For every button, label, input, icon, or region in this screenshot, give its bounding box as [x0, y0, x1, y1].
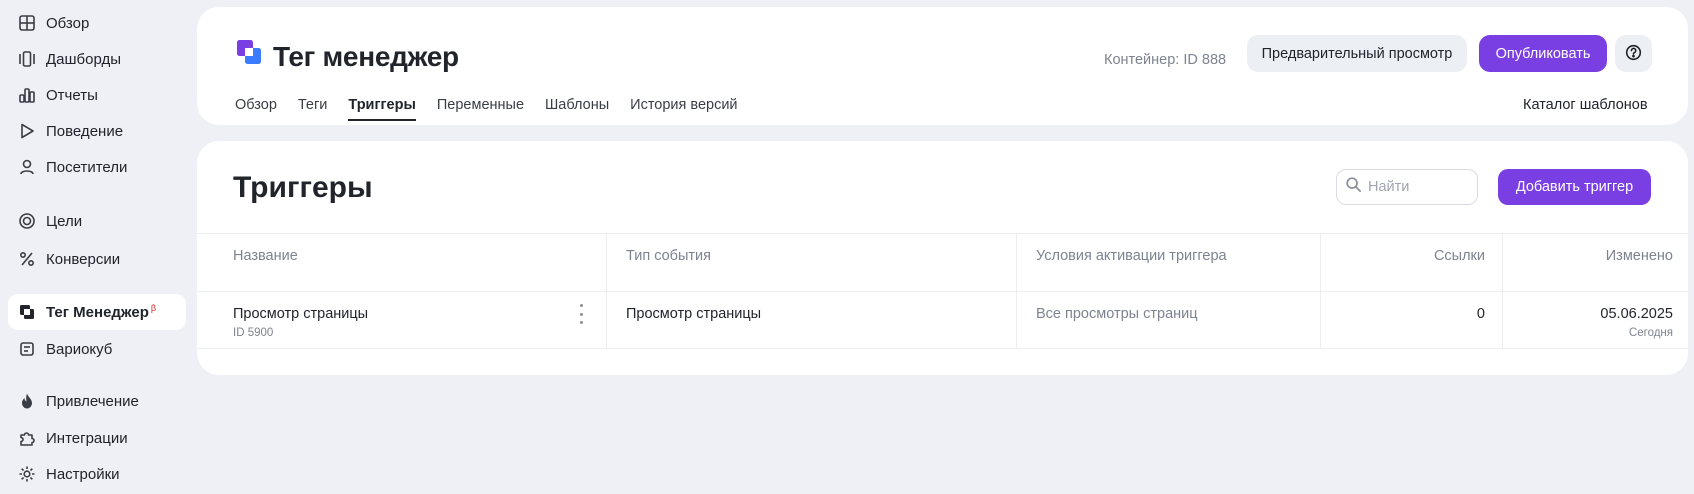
column-header-links[interactable]: Ссылки [1320, 234, 1502, 291]
trigger-name-cell: Просмотр страницы ID 5900 [197, 292, 606, 348]
sidebar-item-reports[interactable]: Отчеты [8, 77, 186, 113]
sidebar-item-label: Посетители [46, 158, 128, 176]
trigger-links: 0 [1320, 292, 1502, 348]
trigger-modified-date: 05.06.2025 [1600, 306, 1673, 322]
flame-icon [18, 392, 36, 410]
table-header-row: Название Тип события Условия активации т… [197, 233, 1688, 291]
variocube-icon [18, 340, 36, 358]
beta-badge: β [150, 303, 157, 313]
trigger-modified-relative: Сегодня [1628, 327, 1673, 339]
sidebar-item-variocube[interactable]: Вариокуб [8, 331, 186, 367]
sidebar-item-label: Обзор [46, 14, 90, 32]
sidebar-item-dashboards[interactable]: Дашборды [8, 41, 186, 77]
sidebar-item-label: Конверсии [46, 250, 121, 268]
table-row[interactable]: Просмотр страницы ID 5900 Просмотр стран… [197, 291, 1688, 349]
triggers-card: Триггеры Добавить триггер Название Тип с… [197, 141, 1688, 375]
template-catalog-link[interactable]: Каталог шаблонов [1523, 97, 1648, 113]
bar-chart-icon [18, 86, 36, 104]
user-icon [18, 158, 36, 176]
column-header-event-type[interactable]: Тип события [606, 234, 1016, 291]
sidebar-item-label: Привлечение [46, 392, 139, 410]
tab-version-history[interactable]: История версий [630, 97, 737, 121]
preview-button[interactable]: Предварительный просмотр [1247, 35, 1467, 72]
sidebar-item-conversions[interactable]: Конверсии [8, 241, 186, 277]
sidebar-item-overview[interactable]: Обзор [8, 5, 186, 41]
sidebar-item-label: Цели [46, 212, 83, 230]
sidebar-item-tag-manager[interactable]: Тег Менеджер β [8, 294, 186, 330]
publish-button[interactable]: Опубликовать [1479, 35, 1607, 72]
header-card: Тег менеджер Контейнер: ID 888 Предварит… [197, 7, 1688, 125]
triggers-table: Название Тип события Условия активации т… [197, 233, 1688, 349]
tag-manager-icon [18, 303, 36, 321]
sidebar-item-label: Вариокуб [46, 340, 113, 358]
column-header-name[interactable]: Название [197, 234, 606, 291]
percent-icon [18, 250, 36, 268]
trigger-conditions: Все просмотры страниц [1016, 292, 1320, 348]
sidebar-item-label: Тег Менеджер [46, 304, 149, 321]
add-trigger-button[interactable]: Добавить триггер [1498, 169, 1651, 205]
sidebar-item-label: Настройки [46, 465, 120, 483]
search-input[interactable] [1368, 179, 1468, 195]
tag-manager-logo-icon [236, 39, 262, 65]
more-actions-icon[interactable] [576, 304, 586, 324]
sidebar-item-label: Поведение [46, 122, 124, 140]
help-button[interactable] [1615, 35, 1652, 72]
column-header-conditions[interactable]: Условия активации триггера [1016, 234, 1320, 291]
grid-icon [18, 14, 36, 32]
trigger-id: ID 5900 [233, 327, 274, 339]
tab-variables[interactable]: Переменные [437, 97, 524, 121]
dashboards-icon [18, 50, 36, 68]
tab-overview[interactable]: Обзор [235, 97, 277, 121]
column-header-modified[interactable]: Изменено [1502, 234, 1688, 291]
search-icon [1345, 176, 1362, 198]
sidebar-item-label: Дашборды [46, 50, 121, 68]
sidebar-item-settings[interactable]: Настройки [8, 456, 186, 492]
sidebar-item-label: Интеграции [46, 429, 128, 447]
trigger-name[interactable]: Просмотр страницы [233, 306, 368, 322]
tab-tags[interactable]: Теги [298, 97, 328, 121]
sidebar-item-acquisition[interactable]: Привлечение [8, 383, 186, 419]
sidebar-item-label: Отчеты [46, 86, 98, 104]
app-title: Тег менеджер [273, 41, 459, 72]
puzzle-icon [18, 429, 36, 447]
sidebar-item-visitors[interactable]: Посетители [8, 149, 186, 185]
gear-icon [18, 465, 36, 483]
page-title: Триггеры [233, 171, 373, 204]
help-icon [1625, 44, 1642, 64]
trigger-event-type: Просмотр страницы [606, 292, 1016, 348]
tabs: Обзор Теги Триггеры Переменные Шаблоны И… [235, 97, 759, 121]
sidebar-item-behavior[interactable]: Поведение [8, 113, 186, 149]
sidebar-item-goals[interactable]: Цели [8, 203, 186, 239]
search-box[interactable] [1336, 169, 1478, 205]
play-icon [18, 122, 36, 140]
tab-triggers[interactable]: Триггеры [348, 97, 417, 121]
sidebar-item-integrations[interactable]: Интеграции [8, 420, 186, 456]
container-id: Контейнер: ID 888 [1104, 52, 1227, 68]
tab-templates[interactable]: Шаблоны [545, 97, 609, 121]
target-icon [18, 212, 36, 230]
trigger-modified-cell: 05.06.2025 Сегодня [1502, 292, 1688, 348]
sidebar: Обзор Дашборды Отчеты Поведение Посетите… [0, 0, 196, 494]
